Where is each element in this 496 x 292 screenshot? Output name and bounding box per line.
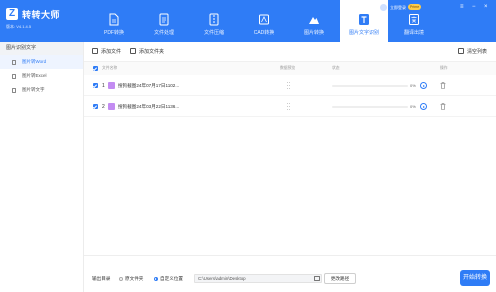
select-all-checkbox[interactable] [93, 66, 98, 71]
tab-label: PDF转换 [103, 30, 124, 36]
image-file-icon [108, 103, 115, 110]
table-header: 文件名称 数据预览 状态 操作 [84, 62, 496, 75]
app-logo-icon: Z [6, 8, 18, 20]
preview-dots-icon[interactable] [287, 103, 291, 110]
tab-label: CAD转换 [253, 30, 275, 36]
avatar[interactable] [380, 4, 387, 11]
sidebar-item-label: 图片转Excel [22, 73, 47, 78]
tab-file-process[interactable]: 文件处理 [140, 0, 188, 42]
sidebar-item-image-to-word[interactable]: 图片转Word [0, 55, 83, 69]
minimize-icon[interactable]: − [472, 4, 476, 10]
user-area: 立即登录 Prime ≡ − × [380, 3, 496, 12]
tab-pdf-convert[interactable]: PDF转换 [90, 0, 138, 42]
add-folder-button[interactable]: 添加文件夹 [130, 47, 164, 57]
brand: Z 转转大师 版本: V4.1.4.5 [6, 6, 86, 36]
file-name: 搜狗截图24年07月17日1102... [118, 83, 180, 88]
file-process-icon [159, 13, 169, 26]
progress-percent: 0% [410, 83, 416, 88]
header-filename: 文件名称 [102, 66, 118, 70]
login-link[interactable]: 立即登录 [390, 5, 406, 11]
app-version: 版本: V4.1.4.5 [6, 24, 32, 29]
toolbar: 添加文件 添加文件夹 清空列表 [84, 42, 496, 62]
sidebar: 图片识别文字 图片转Word 图片转Excel 图片转文字 [0, 42, 84, 292]
row-index: 2 [102, 104, 105, 110]
tab-file-compress[interactable]: 文件压缩 [190, 0, 238, 42]
translate-icon [409, 14, 419, 25]
ocr-text-icon [359, 14, 369, 25]
clear-list-label: 清空列表 [467, 49, 488, 55]
radio-custom-location[interactable]: 自定义位置 [154, 276, 183, 282]
compress-icon [209, 13, 219, 26]
header-status: 状态 [332, 66, 340, 70]
main-panel: 添加文件 添加文件夹 清空列表 文件名称 数据预览 状态 操作 1 搜狗截图24… [84, 42, 496, 292]
table-row: 1 搜狗截图24年07月17日1102... 0% [84, 76, 496, 96]
header-preview: 数据预览 [280, 66, 296, 70]
start-icon[interactable] [420, 103, 427, 110]
close-icon[interactable]: × [484, 4, 488, 10]
sidebar-item-image-to-text[interactable]: 图片转文字 [0, 83, 83, 97]
add-file-icon [92, 48, 98, 54]
row-index: 1 [102, 83, 105, 89]
output-dir-label: 输出目录 [92, 276, 111, 281]
image-convert-icon [309, 17, 319, 24]
vip-badge[interactable]: Prime [408, 4, 422, 10]
delete-icon[interactable] [440, 103, 446, 110]
folder-icon[interactable] [314, 276, 320, 281]
header-actions: 操作 [440, 66, 448, 70]
image-file-icon [108, 82, 115, 89]
sidebar-item-label: 图片转Word [22, 59, 47, 64]
document-icon [12, 60, 16, 65]
clear-list-button[interactable]: 清空列表 [458, 47, 487, 57]
file-name: 搜狗截图24年03月22日1136... [118, 104, 180, 109]
add-file-button[interactable]: 添加文件 [92, 47, 121, 57]
add-folder-icon [130, 48, 136, 54]
radio-label: 原文件夹 [125, 276, 144, 281]
start-icon[interactable] [420, 82, 427, 89]
add-file-label: 添加文件 [101, 49, 122, 55]
start-convert-button[interactable]: 开始转换 [460, 270, 490, 286]
clear-icon [458, 48, 464, 54]
progress-percent: 0% [410, 104, 416, 109]
sidebar-item-image-to-excel[interactable]: 图片转Excel [0, 69, 83, 83]
tab-label: 文件处理 [153, 30, 174, 36]
tab-cad-convert[interactable]: CAD转换 [240, 0, 288, 42]
table-row: 2 搜狗截图24年03月22日1136... 0% [84, 97, 496, 117]
app-header: Z 转转大师 版本: V4.1.4.5 PDF转换 文件处理 文件压缩 CAD转… [0, 0, 496, 42]
app-name: 转转大师 [22, 10, 61, 20]
menu-icon[interactable]: ≡ [460, 4, 464, 10]
tab-label: 翻译出境 [403, 30, 424, 36]
radio-label: 自定义位置 [160, 276, 183, 281]
progress-bar [332, 106, 408, 108]
radio-icon [119, 276, 123, 281]
row-checkbox[interactable] [93, 104, 98, 109]
output-path-field[interactable]: C:\Users\admin\Desktop [194, 274, 322, 283]
sidebar-title: 图片识别文字 [0, 42, 83, 55]
delete-icon[interactable] [440, 82, 446, 89]
cad-icon [259, 14, 269, 25]
pdf-icon [109, 13, 119, 26]
tab-image-convert[interactable]: 图片转换 [290, 0, 338, 42]
tab-label: 图片文字识别 [348, 30, 379, 36]
tab-label: 图片转换 [303, 30, 324, 36]
radio-source-folder[interactable]: 原文件夹 [119, 276, 143, 282]
change-path-button[interactable]: 更改路径 [324, 273, 356, 284]
row-checkbox[interactable] [93, 83, 98, 88]
progress-bar [332, 85, 408, 87]
sidebar-item-label: 图片转文字 [22, 87, 45, 92]
tab-label: 文件压缩 [203, 30, 224, 36]
output-bar: 输出目录 原文件夹 自定义位置 C:\Users\admin\Desktop 更… [84, 255, 496, 292]
add-folder-label: 添加文件夹 [139, 49, 165, 55]
preview-dots-icon[interactable] [287, 82, 291, 89]
radio-icon [154, 276, 158, 281]
document-icon [12, 88, 16, 93]
document-icon [12, 74, 16, 79]
